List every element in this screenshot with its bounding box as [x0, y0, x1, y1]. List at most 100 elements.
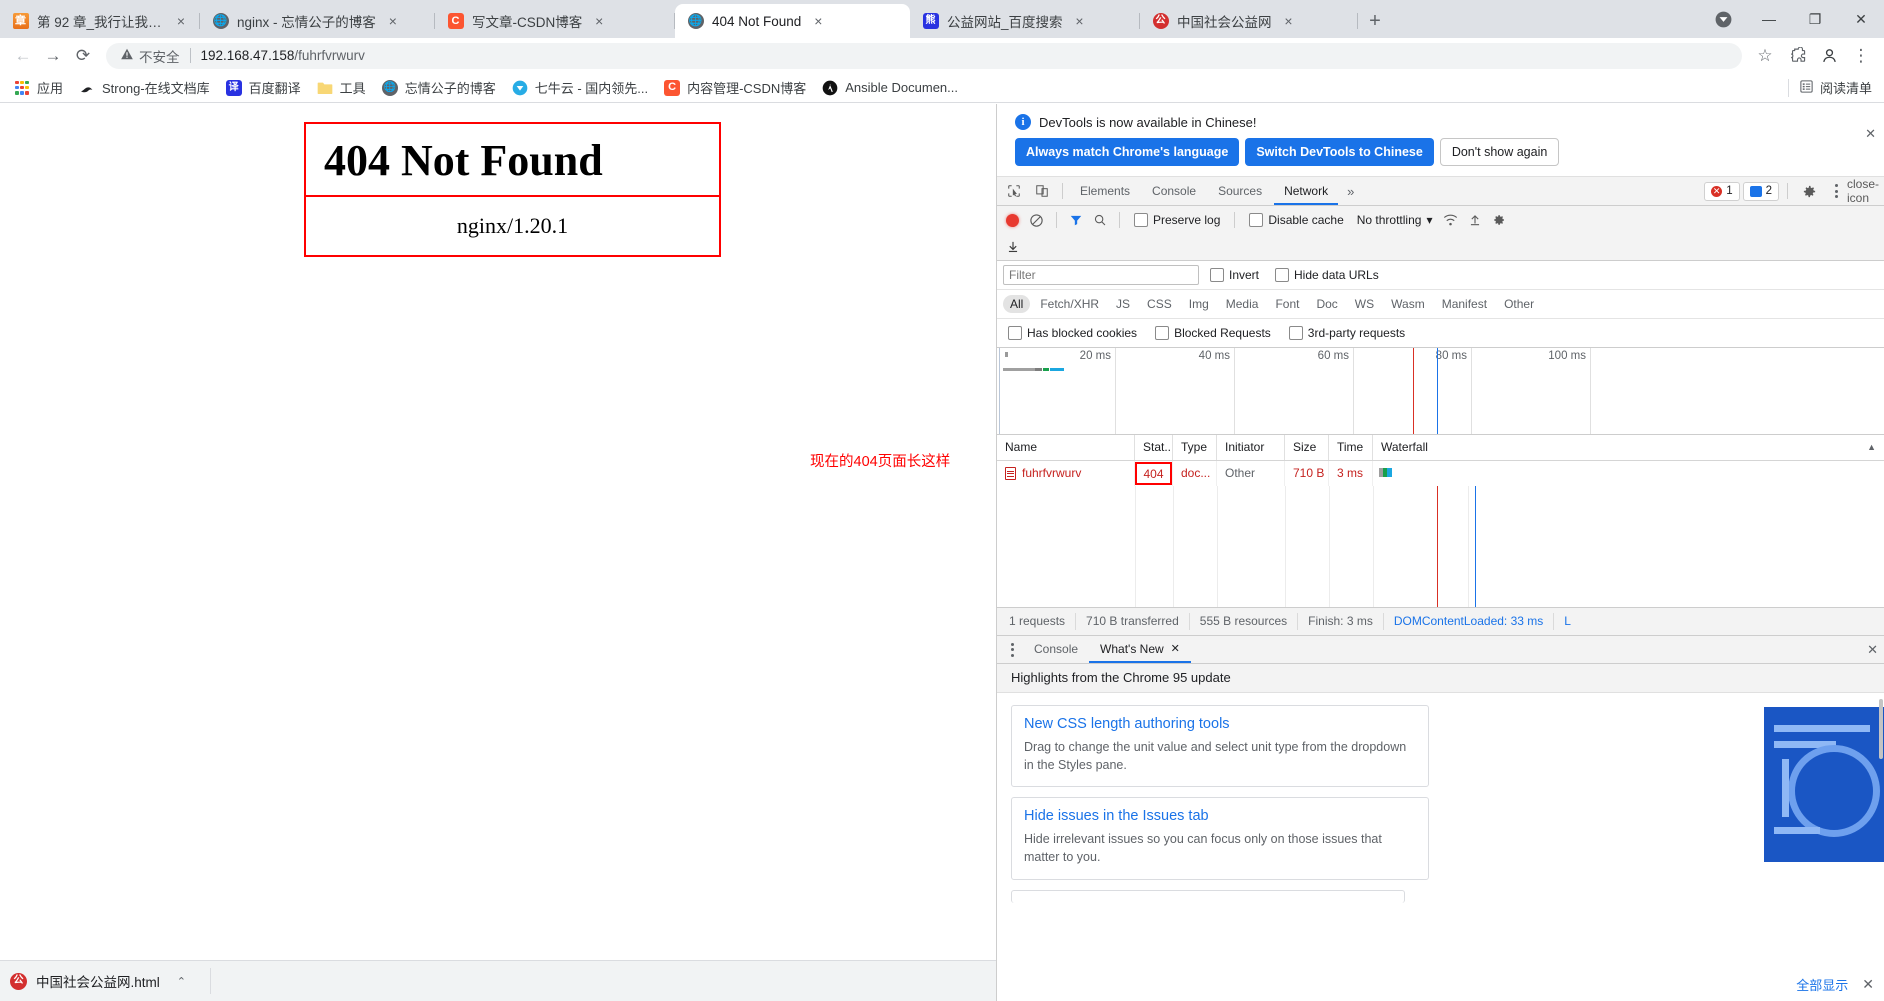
close-window-button[interactable]: ✕ — [1838, 0, 1884, 38]
browser-tab[interactable]: C 写文章-CSDN博客 × — [435, 4, 675, 38]
cell-name[interactable]: fuhrfvrwurv — [997, 461, 1135, 486]
inspect-element-icon[interactable] — [1001, 179, 1027, 203]
always-match-language-button[interactable]: Always match Chrome's language — [1015, 138, 1240, 166]
disable-cache-checkbox[interactable]: Disable cache — [1244, 213, 1348, 227]
tab-close-button[interactable]: × — [1280, 12, 1298, 30]
card-title[interactable]: New CSS length authoring tools — [1024, 716, 1416, 732]
tab-close-button[interactable]: × — [172, 12, 190, 30]
message-count-badge[interactable]: 2 — [1742, 181, 1779, 201]
type-filter-fetch-xhr[interactable]: Fetch/XHR — [1033, 295, 1106, 313]
profile-avatar-icon[interactable] — [1700, 0, 1746, 38]
type-filter-manifest[interactable]: Manifest — [1435, 295, 1494, 313]
drawer-tab-whats-new[interactable]: What's New ✕ — [1089, 636, 1191, 663]
device-toolbar-icon[interactable] — [1029, 179, 1055, 203]
switch-to-chinese-button[interactable]: Switch DevTools to Chinese — [1245, 138, 1434, 166]
type-filter-ws[interactable]: WS — [1348, 295, 1381, 313]
tab-network[interactable]: Network — [1274, 177, 1338, 205]
chrome-menu-button[interactable]: ⋮ — [1846, 41, 1876, 71]
type-filter-doc[interactable]: Doc — [1309, 295, 1344, 313]
gear-icon[interactable] — [1796, 179, 1822, 203]
drawer-scrollbar[interactable] — [1879, 693, 1883, 1001]
close-drawer-icon[interactable]: ✕ — [1867, 642, 1878, 658]
browser-tab[interactable]: 熊 公益网站_百度搜索 × — [910, 4, 1140, 38]
reload-button[interactable]: ⟳ — [68, 41, 98, 71]
tab-close-button[interactable]: × — [590, 12, 608, 30]
download-item[interactable]: 公 中国社会公益网.html ⌃ — [0, 961, 210, 1001]
has-blocked-cookies-checkbox[interactable]: Has blocked cookies — [1003, 326, 1142, 340]
close-icon[interactable]: ✕ — [1865, 126, 1876, 142]
clear-button[interactable] — [1026, 208, 1047, 232]
browser-tab[interactable]: 章 第 92 章_我行让我来[电竞]_ × — [0, 4, 200, 38]
show-all-button[interactable]: 全部显示 — [1796, 975, 1848, 994]
column-header-time[interactable]: Time — [1329, 435, 1373, 460]
third-party-requests-checkbox[interactable]: 3rd-party requests — [1284, 326, 1410, 340]
export-har-icon[interactable] — [1003, 234, 1878, 258]
invert-checkbox[interactable]: Invert — [1205, 268, 1264, 282]
extensions-icon[interactable] — [1782, 41, 1812, 71]
new-tab-button[interactable]: + — [1358, 4, 1392, 38]
column-header-waterfall[interactable]: Waterfall ▲ — [1373, 435, 1884, 460]
bookmark-csdn[interactable]: C 内容管理-CSDN博客 — [656, 75, 814, 100]
close-icon[interactable]: ✕ — [1171, 636, 1180, 663]
column-header-type[interactable]: Type — [1173, 435, 1217, 460]
reading-list-label[interactable]: 阅读清单 — [1820, 78, 1872, 97]
tab-close-button[interactable]: × — [809, 12, 827, 30]
chevron-up-icon[interactable]: ⌃ — [177, 975, 186, 988]
type-filter-css[interactable]: CSS — [1140, 295, 1179, 313]
preserve-log-checkbox[interactable]: Preserve log — [1129, 213, 1225, 227]
type-filter-all[interactable]: All — [1003, 295, 1031, 313]
minimize-button[interactable]: — — [1746, 0, 1792, 38]
bookmark-qiniu[interactable]: 七牛云 - 国内领先... — [504, 75, 656, 100]
blocked-requests-checkbox[interactable]: Blocked Requests — [1150, 326, 1276, 340]
network-conditions-icon[interactable] — [1440, 208, 1461, 232]
profile-button-icon[interactable] — [1814, 41, 1844, 71]
back-button[interactable]: ← — [8, 41, 38, 71]
whats-new-card-partial[interactable] — [1011, 889, 1405, 903]
whats-new-card[interactable]: New CSS length authoring tools Drag to c… — [1011, 705, 1429, 788]
bookmark-star-icon[interactable]: ☆ — [1750, 41, 1780, 71]
not-secure-indicator[interactable]: 不安全 — [120, 46, 180, 66]
tab-close-button[interactable]: × — [1071, 12, 1089, 30]
tab-elements[interactable]: Elements — [1070, 177, 1140, 205]
import-har-icon[interactable] — [1465, 208, 1485, 232]
bookmark-folder-tools[interactable]: 工具 — [309, 75, 374, 100]
tab-sources[interactable]: Sources — [1208, 177, 1272, 205]
error-count-badge[interactable]: ✕ 1 — [1704, 181, 1740, 201]
card-title[interactable]: Hide issues in the Issues tab — [1024, 808, 1416, 824]
bookmark-apps[interactable]: 应用 — [6, 75, 71, 100]
column-header-status[interactable]: Stat... — [1135, 435, 1173, 460]
type-filter-wasm[interactable]: Wasm — [1384, 295, 1432, 313]
browser-tab-active[interactable]: 🌐 404 Not Found × — [675, 4, 910, 38]
more-vertical-icon[interactable] — [1001, 639, 1023, 661]
whats-new-card[interactable]: Hide issues in the Issues tab Hide irrel… — [1011, 797, 1429, 880]
network-overview-timeline[interactable]: 20 ms 40 ms 60 ms 80 ms 100 ms — [997, 348, 1884, 435]
throttling-select[interactable]: No throttling ▾ — [1353, 213, 1437, 227]
address-bar[interactable]: 不安全 192.168.47.158/fuhrfvrwurv — [106, 42, 1742, 69]
type-filter-img[interactable]: Img — [1182, 295, 1216, 313]
column-header-size[interactable]: Size — [1285, 435, 1329, 460]
tab-console[interactable]: Console — [1142, 177, 1206, 205]
forward-button[interactable]: → — [38, 41, 68, 71]
close-icon[interactable]: ✕ — [1862, 976, 1874, 993]
search-icon[interactable] — [1090, 208, 1110, 232]
bookmark-ansible[interactable]: Ansible Documen... — [814, 77, 966, 99]
filter-input[interactable] — [1003, 265, 1199, 285]
browser-tab[interactable]: 公 中国社会公益网 × — [1140, 4, 1358, 38]
more-vertical-icon[interactable] — [1825, 180, 1847, 202]
hide-data-urls-checkbox[interactable]: Hide data URLs — [1270, 268, 1384, 282]
table-row[interactable]: fuhrfvrwurv 404 doc... Other 710 B 3 ms — [997, 461, 1884, 486]
dont-show-again-button[interactable]: Don't show again — [1439, 138, 1560, 166]
more-tabs-icon[interactable]: » — [1340, 184, 1361, 199]
type-filter-other[interactable]: Other — [1497, 295, 1541, 313]
browser-tab[interactable]: 🌐 nginx - 忘情公子的博客 × — [200, 4, 435, 38]
bookmark-baidu-translate[interactable]: 译 百度翻译 — [218, 75, 309, 100]
tab-close-button[interactable]: × — [384, 12, 402, 30]
drawer-tab-console[interactable]: Console — [1023, 636, 1089, 663]
maximize-button[interactable]: ❐ — [1792, 0, 1838, 38]
column-header-name[interactable]: Name — [997, 435, 1135, 460]
type-filter-font[interactable]: Font — [1268, 295, 1306, 313]
record-button[interactable] — [1003, 208, 1022, 232]
network-settings-icon[interactable] — [1489, 208, 1509, 232]
type-filter-media[interactable]: Media — [1219, 295, 1266, 313]
bookmark-blog[interactable]: 🌐 忘情公子的博客 — [374, 75, 504, 100]
